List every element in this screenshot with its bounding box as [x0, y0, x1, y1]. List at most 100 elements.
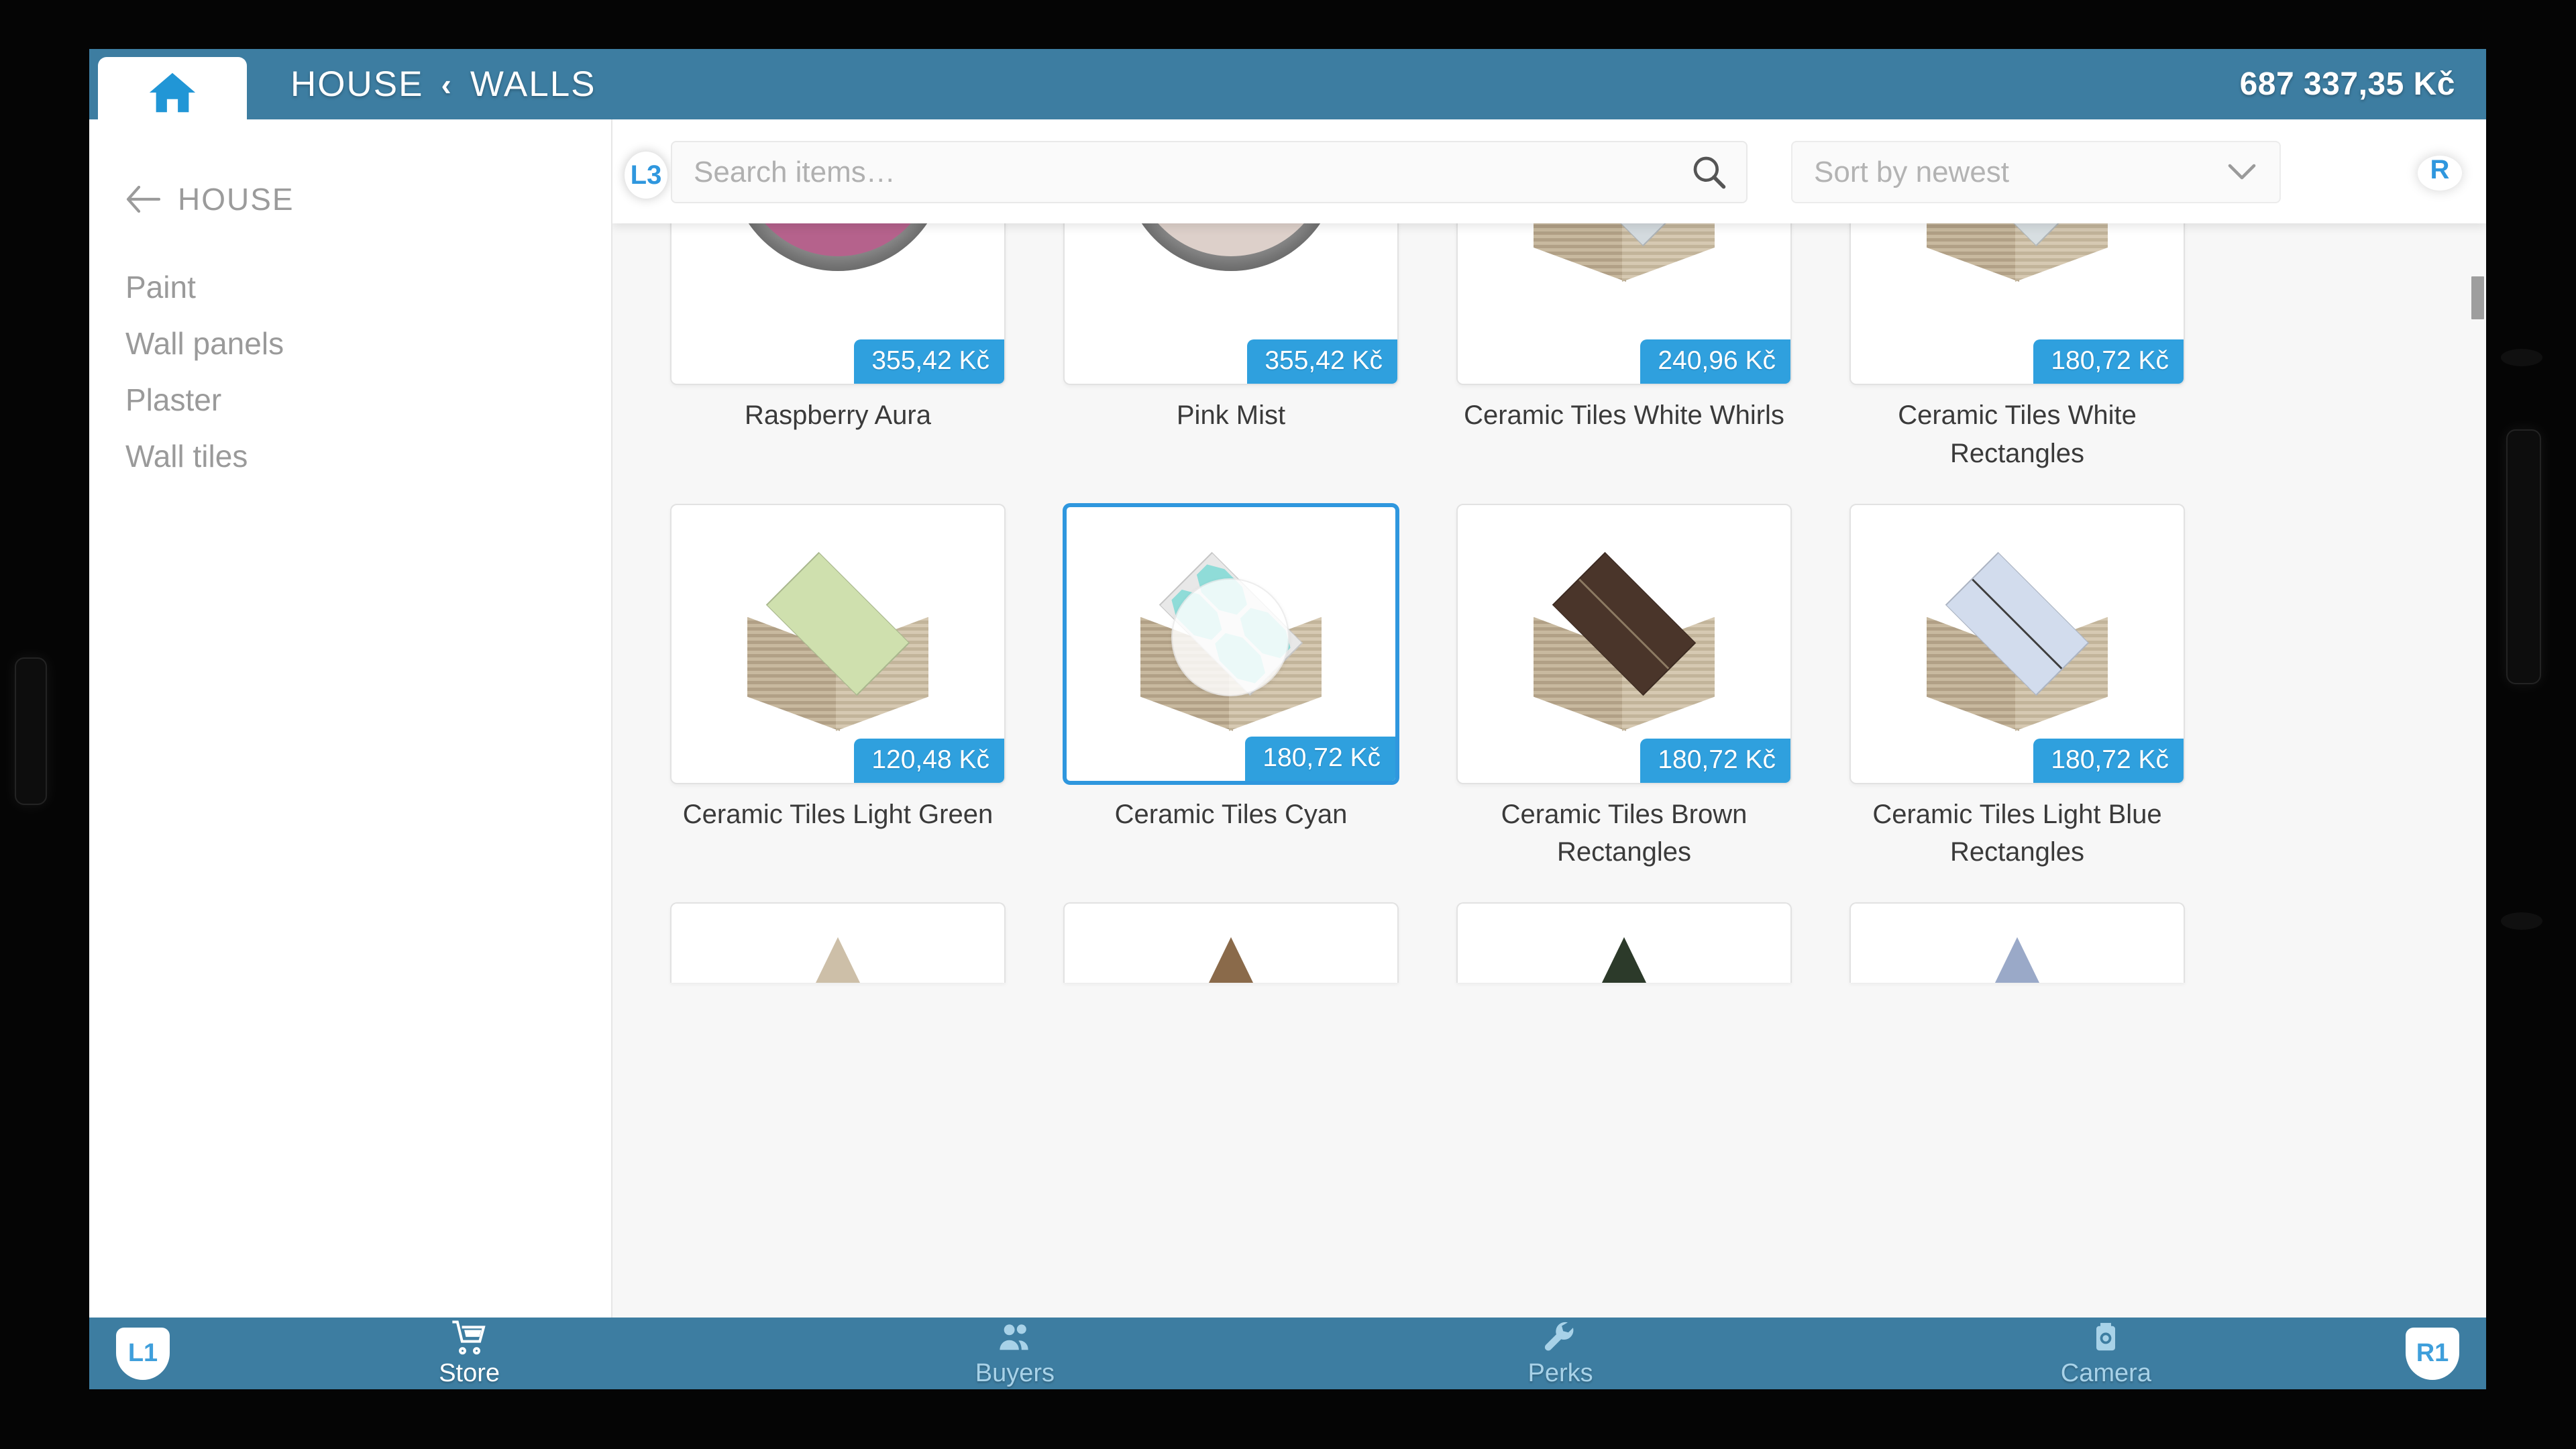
- item-card-ceramic-tiles-brown-rectangles[interactable]: 180,72 Kč: [1456, 503, 1792, 784]
- paint-can-icon: [1122, 223, 1340, 271]
- item-grid: 355,42 Kč Raspberry Aura 355,42 Kč Pink …: [612, 223, 2486, 983]
- item-card-ceramic-tiles-light-green[interactable]: 120,48 Kč: [670, 503, 1006, 784]
- sidebar-back-button[interactable]: HOUSE: [125, 181, 611, 217]
- nav-item-store[interactable]: Store: [197, 1319, 742, 1388]
- bezel-left-button: [15, 657, 47, 805]
- item-card-partial[interactable]: [670, 902, 1006, 983]
- grid-cell: 180,72 Kč Ceramic Tiles Cyan: [1063, 503, 1399, 872]
- item-card-ceramic-tiles-cyan[interactable]: 180,72 Kč: [1063, 503, 1399, 784]
- row-spacer: [1849, 871, 2185, 902]
- sidebar-back-label: HOUSE: [178, 182, 294, 217]
- catalog-scrollbar[interactable]: [2471, 223, 2486, 1318]
- home-icon: [149, 72, 196, 112]
- grid-cell: [1063, 902, 1399, 983]
- bezel-bottom-pill: [2501, 912, 2542, 930]
- nav-label-store: Store: [439, 1359, 500, 1387]
- item-card-partial[interactable]: [1456, 902, 1792, 983]
- item-name: Ceramic Tiles Cyan: [1114, 799, 1348, 829]
- nav-item-perks[interactable]: Perks: [1288, 1319, 1833, 1388]
- l1-button-hint: L1: [116, 1327, 170, 1380]
- sidebar-item-paint[interactable]: Paint: [125, 259, 611, 315]
- item-price: 240,96 Kč: [1640, 339, 1790, 384]
- item-card-ceramic-tiles-white-whirls[interactable]: 240,96 Kč: [1456, 223, 1792, 385]
- bottom-nav-bar: L1 Store Buyers Perks Camera R1: [89, 1318, 2486, 1389]
- row-spacer: [1456, 871, 1792, 902]
- breadcrumb-item-house[interactable]: HOUSE: [290, 64, 423, 105]
- item-card-raspberry-aura[interactable]: 355,42 Kč: [670, 223, 1006, 385]
- search-icon: [1693, 156, 1726, 189]
- bottom-nav-items: Store Buyers Perks Camera: [197, 1319, 2379, 1388]
- content-area: HOUSE Paint Wall panels Plaster Wall til…: [89, 119, 2486, 1318]
- item-name: Ceramic Tiles White Rectangles: [1898, 400, 2137, 468]
- l3-button-hint: L3: [625, 152, 667, 199]
- breadcrumb-item-walls[interactable]: WALLS: [470, 64, 596, 105]
- item-price: 355,42 Kč: [1247, 339, 1397, 384]
- sort-dropdown[interactable]: Sort by newest: [1791, 141, 2281, 203]
- r1-button-hint: R1: [2406, 1327, 2459, 1380]
- tile-stack-icon: [747, 551, 928, 734]
- grid-cell: [1456, 902, 1792, 983]
- scrollbar-thumb[interactable]: [2471, 276, 2484, 319]
- item-card-ceramic-tiles-light-blue-rectangles[interactable]: 180,72 Kč: [1849, 503, 2185, 784]
- grid-cell: 180,72 Kč Ceramic Tiles Light Blue Recta…: [1849, 503, 2185, 872]
- item-name: Ceramic Tiles Light Green: [682, 799, 994, 829]
- item-card-pink-mist[interactable]: 355,42 Kč: [1063, 223, 1399, 385]
- search-button[interactable]: [1672, 142, 1746, 202]
- chevron-down-icon: [2228, 164, 2256, 179]
- sort-selected-value: Sort by newest: [1814, 155, 2010, 189]
- item-card-ceramic-tiles-white-rectangles[interactable]: 180,72 Kč: [1849, 223, 2185, 385]
- item-name: Raspberry Aura: [745, 400, 931, 430]
- arrow-left-icon: [126, 186, 160, 213]
- sidebar-item-wall-panels[interactable]: Wall panels: [125, 315, 611, 372]
- sidebar: HOUSE Paint Wall panels Plaster Wall til…: [89, 119, 612, 1318]
- breadcrumb-separator-icon: ‹: [441, 66, 453, 102]
- catalog-panel: L3 Sort by newest: [612, 119, 2486, 1318]
- search-input[interactable]: [672, 155, 1672, 189]
- nav-item-camera[interactable]: Camera: [1833, 1319, 2379, 1388]
- tile-stack-icon: [1927, 551, 2108, 734]
- item-name: Ceramic Tiles White Whirls: [1464, 400, 1784, 430]
- store-window: HOUSE ‹ WALLS 687 337,35 Kč HOUSE Paint …: [89, 49, 2486, 1389]
- item-card-partial[interactable]: [1063, 902, 1399, 983]
- item-name: Ceramic Tiles Brown Rectangles: [1501, 799, 1748, 867]
- app-header: HOUSE ‹ WALLS 687 337,35 Kč: [89, 49, 2486, 127]
- grid-cell: [1849, 902, 2185, 983]
- grid-cell: 355,42 Kč Pink Mist: [1063, 223, 1399, 473]
- item-price: 180,72 Kč: [1640, 738, 1790, 783]
- people-icon: [996, 1319, 1034, 1356]
- grid-cell: [670, 902, 1006, 983]
- item-name: Pink Mist: [1176, 400, 1286, 430]
- tile-stack-icon: [1534, 223, 1715, 284]
- nav-item-buyers[interactable]: Buyers: [742, 1319, 1287, 1388]
- device-bezel: HOUSE ‹ WALLS 687 337,35 Kč HOUSE Paint …: [0, 0, 2576, 1449]
- grid-cell: 355,42 Kč Raspberry Aura: [670, 223, 1006, 473]
- sidebar-item-plaster[interactable]: Plaster: [125, 372, 611, 428]
- sidebar-item-wall-tiles[interactable]: Wall tiles: [125, 428, 611, 484]
- item-price: 120,48 Kč: [854, 738, 1004, 783]
- tile-stack-icon: [1140, 551, 1322, 734]
- grid-cell: 180,72 Kč Ceramic Tiles White Rectangles: [1849, 223, 2185, 473]
- ghost-disc-icon: [1171, 578, 1289, 696]
- grid-cell: 180,72 Kč Ceramic Tiles Brown Rectangles: [1456, 503, 1792, 872]
- tile-stack-icon: [1994, 937, 2040, 983]
- item-name: Ceramic Tiles Light Blue Rectangles: [1872, 799, 2162, 867]
- grid-cell: 120,48 Kč Ceramic Tiles Light Green: [670, 503, 1006, 872]
- tile-stack-icon: [1601, 937, 1647, 983]
- search-box[interactable]: [671, 141, 1748, 203]
- grid-cell: 240,96 Kč Ceramic Tiles White Whirls: [1456, 223, 1792, 473]
- catalog-scroll-area[interactable]: 355,42 Kč Raspberry Aura 355,42 Kč Pink …: [612, 223, 2486, 1318]
- catalog-toolbar: L3 Sort by newest: [612, 119, 2486, 223]
- home-tab-button[interactable]: [98, 57, 247, 127]
- item-price: 180,72 Kč: [2033, 339, 2184, 384]
- paint-can-icon: [729, 223, 947, 271]
- row-spacer: [670, 473, 1006, 504]
- row-spacer: [1063, 473, 1399, 504]
- tile-stack-icon: [815, 937, 861, 983]
- nav-label-buyers: Buyers: [975, 1359, 1055, 1387]
- item-card-partial[interactable]: [1849, 902, 2185, 983]
- row-spacer: [1063, 871, 1399, 902]
- nav-label-perks: Perks: [1527, 1359, 1593, 1387]
- tile-stack-icon: [1534, 551, 1715, 734]
- row-spacer: [1456, 473, 1792, 504]
- camera-icon: [2087, 1319, 2125, 1356]
